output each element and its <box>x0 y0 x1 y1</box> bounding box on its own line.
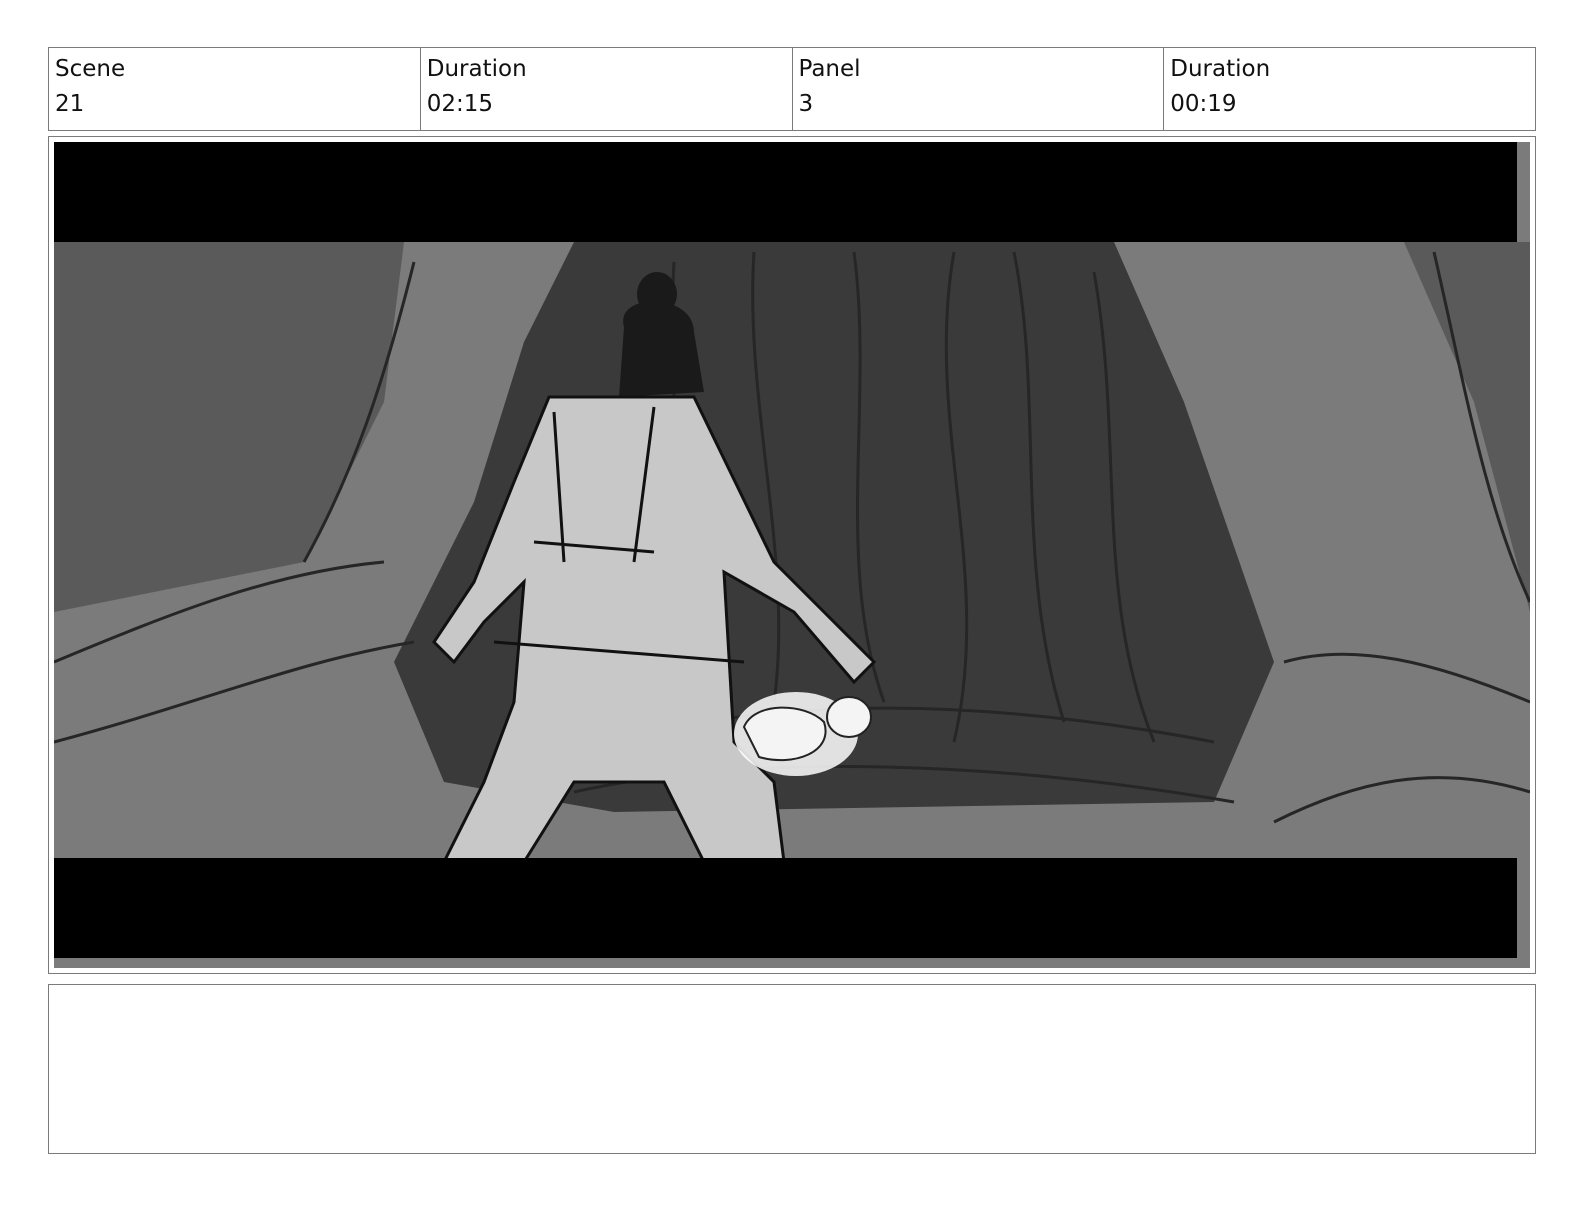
panel-duration-value: 00:19 <box>1170 91 1237 117</box>
panel-value: 3 <box>798 91 814 117</box>
panel-cell: Panel 3 <box>793 48 1165 130</box>
panel-label: Panel <box>798 56 861 82</box>
scene-duration-label: Duration <box>426 56 527 82</box>
scene-value: 21 <box>55 91 85 117</box>
scene-label: Scene <box>55 56 126 82</box>
panel-duration-cell: Duration 00:19 <box>1164 48 1535 130</box>
panel-notes-box[interactable] <box>48 984 1536 1154</box>
scene-duration-cell: Duration 02:15 <box>421 48 793 130</box>
panel-info-header: Scene 21 Duration 02:15 Panel 3 Duration… <box>48 47 1536 131</box>
letterbox-top-bar <box>54 142 1517 242</box>
scene-duration-value: 02:15 <box>426 91 494 117</box>
storyboard-sketch <box>54 142 1530 968</box>
storyboard-frame <box>48 136 1536 974</box>
panel-duration-label: Duration <box>1170 56 1271 82</box>
scene-cell: Scene 21 <box>49 48 421 130</box>
letterbox-bottom-bar <box>54 858 1517 958</box>
